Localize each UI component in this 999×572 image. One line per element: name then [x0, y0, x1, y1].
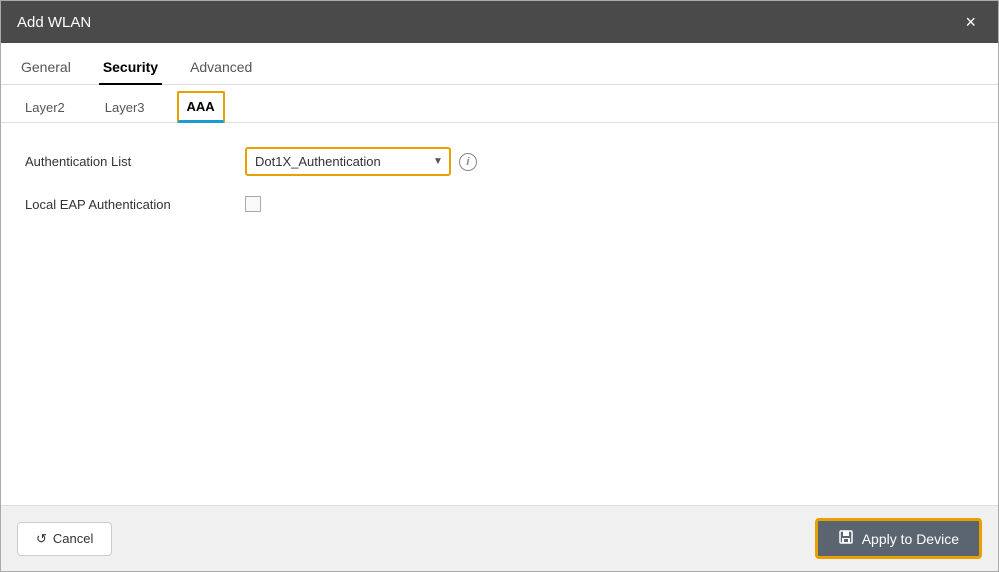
- tab-advanced[interactable]: Advanced: [186, 51, 256, 85]
- dialog-title: Add WLAN: [17, 14, 91, 31]
- dialog-body: General Security Advanced Layer2 Layer3 …: [1, 43, 998, 505]
- dialog-footer: ↺ Cancel Apply to Device: [1, 505, 998, 571]
- auth-list-row: Authentication List Dot1X_Authentication…: [25, 147, 974, 176]
- add-wlan-dialog: Add WLAN × General Security Advanced Lay…: [0, 0, 999, 572]
- cancel-label: Cancel: [53, 531, 93, 546]
- tab-security[interactable]: Security: [99, 51, 162, 85]
- tab-aaa[interactable]: AAA: [177, 91, 225, 123]
- auth-list-control: Dot1X_Authentication None ▼ i: [245, 147, 477, 176]
- tab-general[interactable]: General: [17, 51, 75, 85]
- apply-label: Apply to Device: [862, 531, 959, 547]
- tab-layer2[interactable]: Layer2: [17, 94, 73, 123]
- auth-list-select[interactable]: Dot1X_Authentication None: [247, 149, 427, 174]
- top-tabs: General Security Advanced: [1, 43, 998, 85]
- cancel-icon: ↺: [36, 531, 47, 547]
- sub-tabs: Layer2 Layer3 AAA: [1, 85, 998, 123]
- local-eap-checkbox[interactable]: [245, 196, 261, 212]
- content-area: Authentication List Dot1X_Authentication…: [1, 123, 998, 505]
- local-eap-label: Local EAP Authentication: [25, 197, 245, 212]
- apply-to-device-button[interactable]: Apply to Device: [815, 518, 982, 559]
- tab-layer3[interactable]: Layer3: [97, 94, 153, 123]
- local-eap-control: [245, 196, 261, 212]
- info-icon[interactable]: i: [459, 153, 477, 171]
- local-eap-row: Local EAP Authentication: [25, 196, 974, 212]
- save-icon: [838, 529, 854, 548]
- cancel-button[interactable]: ↺ Cancel: [17, 522, 112, 556]
- auth-list-label: Authentication List: [25, 154, 245, 169]
- auth-list-select-wrapper: Dot1X_Authentication None ▼: [245, 147, 451, 176]
- close-button[interactable]: ×: [959, 11, 982, 33]
- dialog-header: Add WLAN ×: [1, 1, 998, 43]
- select-arrow-icon: ▼: [427, 151, 449, 172]
